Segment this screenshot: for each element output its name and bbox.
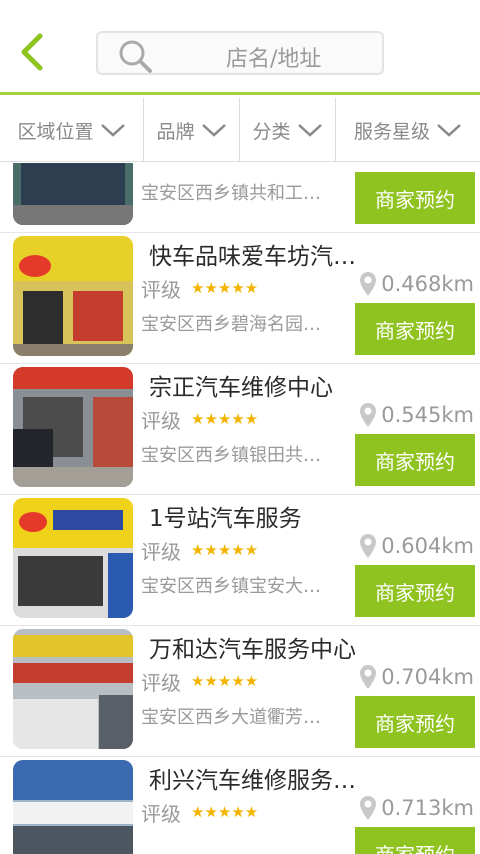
shop-card[interactable]: 1号站汽车服务 评级 ★★★★★ 0.604km 宝安区西乡镇宝安大… 商家预约 (0, 495, 480, 626)
rating-label: 评级 (141, 539, 181, 564)
shop-card[interactable]: 万和达汽车服务中心 评级 ★★★★★ 0.704km 宝安区西乡大道衢芳… 商家… (0, 626, 480, 757)
book-button[interactable]: 商家预约 (355, 303, 475, 355)
rating-stars-icon: ★★★★★ (191, 672, 259, 690)
search-input[interactable]: 店名/地址 (96, 31, 384, 75)
distance: 0.604km (359, 533, 474, 559)
filter-brand[interactable]: 品牌 (144, 98, 240, 162)
shop-list[interactable]: 宝安区西乡镇共和工… 商家预约 快车品味爱车坊汽… 评级 ★★★★★ 0.468… (0, 163, 480, 854)
chevron-down-icon (297, 124, 322, 137)
distance: 0.704km (359, 664, 474, 690)
shop-card[interactable]: 宝安区西乡镇共和工… 商家预约 (0, 163, 480, 233)
rating-row: 评级 ★★★★★ (141, 273, 258, 303)
filter-brand-label: 品牌 (156, 120, 195, 143)
location-pin-icon (360, 272, 377, 296)
shop-photo (13, 367, 133, 487)
back-button[interactable] (14, 30, 54, 74)
rating-stars-icon: ★★★★★ (191, 541, 259, 559)
distance-text: 0.545km (381, 403, 474, 427)
location-pin-icon (360, 403, 377, 427)
distance: 0.545km (359, 402, 474, 428)
chevron-down-icon (437, 124, 461, 137)
rating-row: 评级 ★★★★★ (141, 535, 258, 565)
shop-card[interactable]: 快车品味爱车坊汽… 评级 ★★★★★ 0.468km 宝安区西乡碧海名园… 商家… (0, 233, 480, 364)
location-pin-icon (360, 534, 377, 558)
book-button[interactable]: 商家预约 (355, 696, 475, 748)
shop-name: 快车品味爱车坊汽… (149, 244, 356, 270)
shop-name: 宗正汽车维修中心 (149, 375, 333, 401)
book-button[interactable]: 商家预约 (355, 827, 475, 854)
distance: 0.713km (359, 795, 474, 821)
distance-text: 0.604km (381, 534, 474, 558)
filter-bar: 区域位置 品牌 分类 服务星级 (0, 98, 480, 162)
filter-service-level[interactable]: 服务星级 (336, 98, 480, 162)
shop-address: 宝安区西乡镇银田共… (141, 445, 321, 466)
book-button[interactable]: 商家预约 (355, 172, 475, 224)
shop-name: 1号站汽车服务 (149, 506, 302, 532)
chevron-left-icon (21, 33, 43, 71)
chevron-down-icon (100, 124, 125, 137)
shop-name: 利兴汽车维修服务… (149, 768, 356, 794)
search-icon (119, 40, 152, 73)
book-button[interactable]: 商家预约 (355, 565, 475, 617)
rating-stars-icon: ★★★★★ (191, 803, 259, 821)
filter-service-level-label: 服务星级 (353, 120, 430, 143)
top-bar: 店名/地址 (0, 0, 480, 95)
distance-text: 0.713km (381, 796, 474, 820)
filter-area[interactable]: 区域位置 (0, 98, 144, 162)
rating-label: 评级 (141, 408, 181, 433)
shop-photo (13, 760, 133, 854)
distance: 0.468km (359, 271, 474, 297)
shop-address: 宝安区西乡碧海名园… (141, 314, 321, 335)
shop-address: 宝安区西乡镇宝安大… (141, 576, 321, 597)
rating-row: 评级 ★★★★★ (141, 797, 258, 827)
book-button[interactable]: 商家预约 (355, 434, 475, 486)
distance-text: 0.704km (381, 665, 474, 689)
shop-name: 万和达汽车服务中心 (149, 637, 356, 663)
chevron-down-icon (201, 124, 226, 137)
rating-stars-icon: ★★★★★ (191, 279, 259, 297)
shop-photo (13, 629, 133, 749)
shop-photo (13, 498, 133, 618)
rating-row: 评级 ★★★★★ (141, 666, 258, 696)
distance-text: 0.468km (381, 272, 474, 296)
rating-label: 评级 (141, 277, 181, 302)
shop-card[interactable]: 利兴汽车维修服务… 评级 ★★★★★ 0.713km 商家预约 (0, 757, 480, 854)
rating-label: 评级 (141, 670, 181, 695)
filter-category[interactable]: 分类 (240, 98, 336, 162)
rating-row: 评级 ★★★★★ (141, 404, 258, 434)
filter-area-label: 区域位置 (17, 120, 94, 143)
location-pin-icon (360, 796, 377, 820)
shop-photo (13, 236, 133, 356)
shop-photo (13, 163, 133, 225)
shop-address: 宝安区西乡大道衢芳… (141, 707, 321, 728)
shop-address: 宝安区西乡镇共和工… (141, 183, 321, 204)
location-pin-icon (360, 665, 377, 689)
shop-card[interactable]: 宗正汽车维修中心 评级 ★★★★★ 0.545km 宝安区西乡镇银田共… 商家预… (0, 364, 480, 495)
rating-label: 评级 (141, 801, 181, 826)
filter-category-label: 分类 (252, 120, 291, 143)
search-placeholder: 店名/地址 (226, 47, 322, 72)
rating-stars-icon: ★★★★★ (191, 410, 259, 428)
